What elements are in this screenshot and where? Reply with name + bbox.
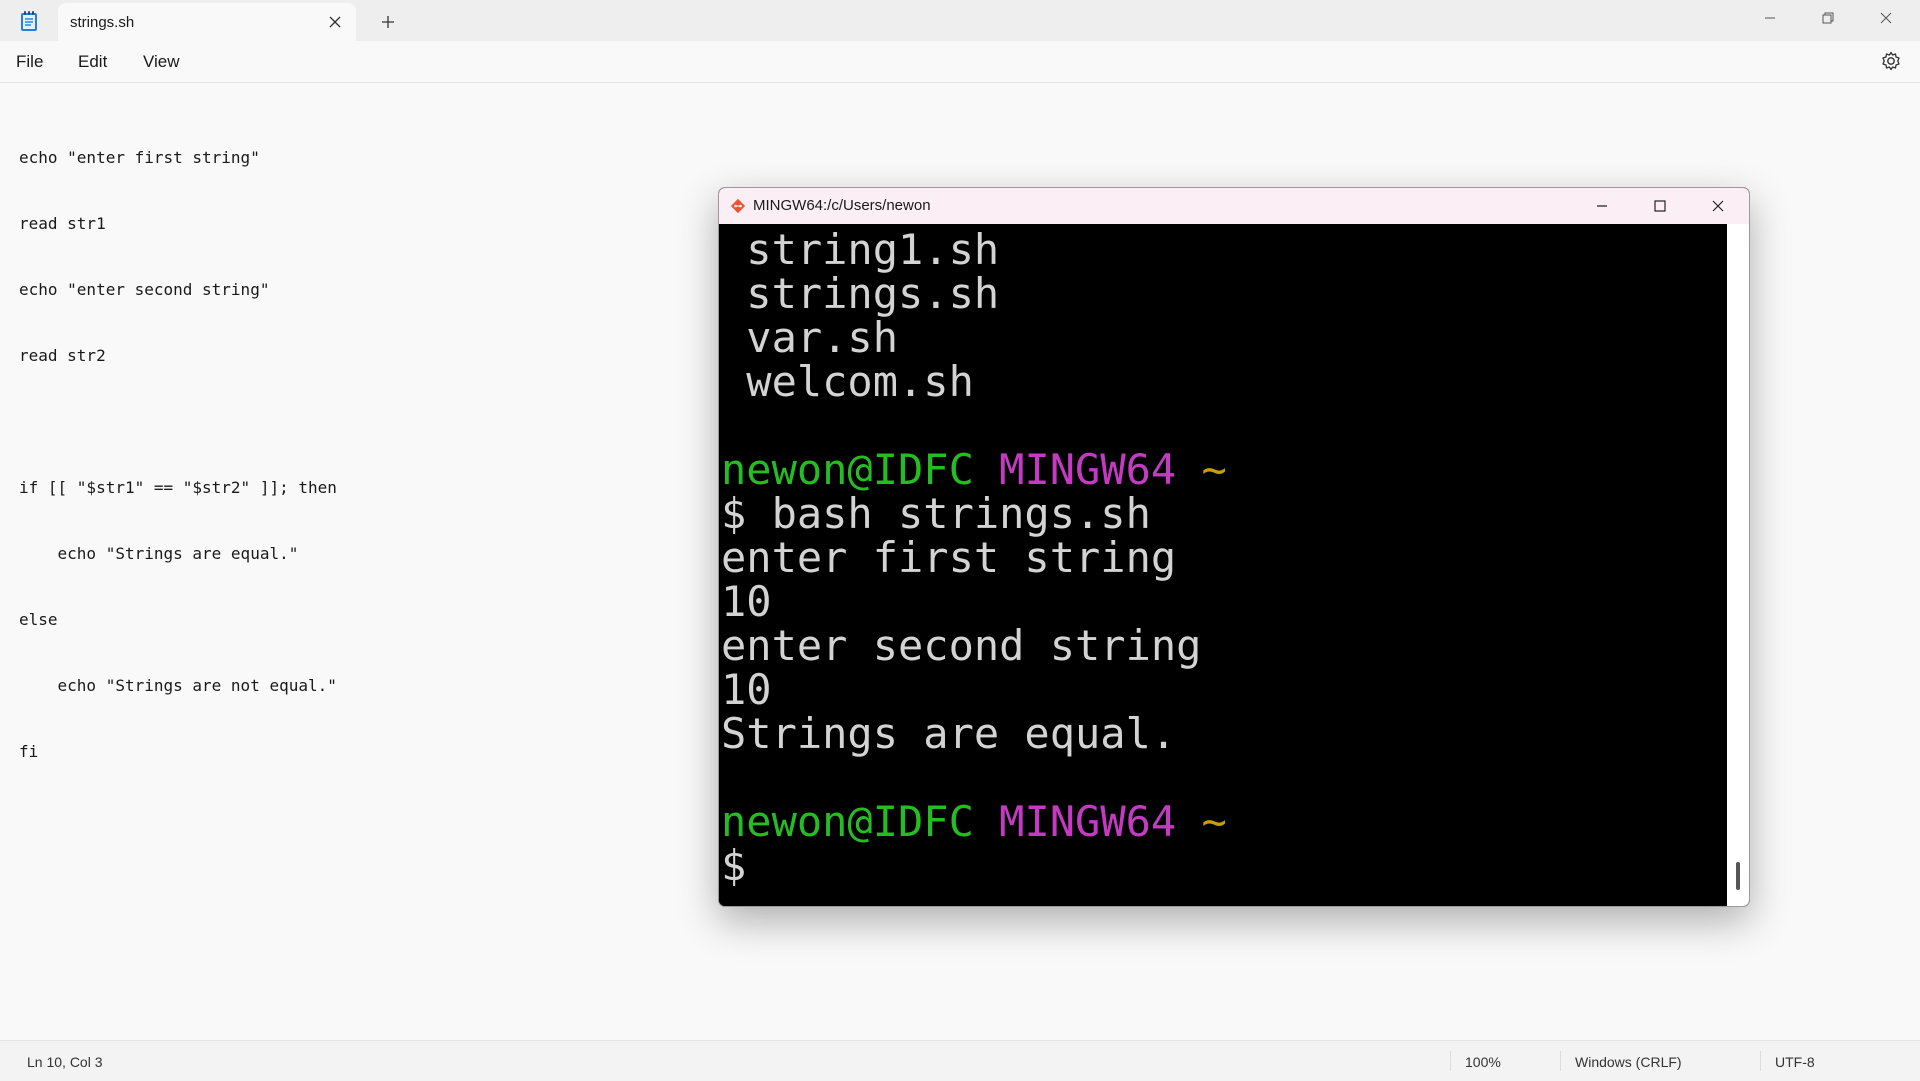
restore-button[interactable] [1800, 0, 1856, 36]
terminal-titlebar[interactable]: MINGW64:/c/Users/newon [719, 188, 1749, 224]
terminal-output-line: 10 [721, 665, 772, 714]
terminal-maximize-button[interactable] [1631, 188, 1689, 224]
file-tab-title: strings.sh [70, 14, 135, 31]
code-line: echo "Strings are not equal." [19, 676, 337, 695]
terminal-scrollbar[interactable] [1727, 224, 1749, 906]
terminal-prompt-line: newon@IDFC MINGW64 ~ [721, 448, 1227, 492]
file-tab[interactable]: strings.sh [58, 3, 356, 41]
code-line: if [[ "$str1" == "$str2" ]]; then [19, 478, 337, 497]
line-ending[interactable]: Windows (CRLF) [1575, 1054, 1682, 1070]
terminal-output-line: 10 [721, 577, 772, 626]
terminal-minimize-button[interactable] [1573, 188, 1631, 224]
terminal-output-line: strings.sh [721, 269, 1000, 318]
code-content[interactable]: echo "enter first string" read str1 echo… [19, 103, 337, 807]
terminal-prompt-line: newon@IDFC MINGW64 ~ [721, 800, 1227, 844]
prompt-system: MINGW64 [999, 445, 1177, 494]
notepad-titlebar: strings.sh [0, 0, 1920, 41]
terminal-output-line: var.sh [721, 313, 899, 362]
code-line: fi [19, 742, 39, 761]
terminal-title: MINGW64:/c/Users/newon [753, 197, 931, 214]
status-bar: Ln 10, Col 3 100% Windows (CRLF) UTF-8 [0, 1040, 1920, 1081]
prompt-path: ~ [1201, 445, 1227, 494]
prompt-user: newon@IDFC [721, 797, 974, 846]
prompt-user: newon@IDFC [721, 445, 974, 494]
terminal-output-line: $ [721, 841, 747, 890]
code-line: else [19, 610, 58, 629]
notepad-app-icon [20, 10, 38, 32]
encoding[interactable]: UTF-8 [1775, 1054, 1815, 1070]
prompt-path: ~ [1201, 797, 1227, 846]
terminal-output-line: welcom.sh [721, 357, 974, 406]
settings-gear-icon[interactable] [1880, 50, 1902, 72]
code-line: echo "enter first string" [19, 148, 260, 167]
code-line: read str2 [19, 346, 106, 365]
code-line: read str1 [19, 214, 106, 233]
close-window-button[interactable] [1858, 0, 1914, 36]
code-line: echo "Strings are equal." [19, 544, 299, 563]
menu-view[interactable]: View [143, 52, 180, 72]
status-divider [1560, 1051, 1561, 1071]
terminal-output[interactable]: string1.sh strings.sh var.sh welcom.sh ne… [719, 224, 1727, 906]
code-line: echo "enter second string" [19, 280, 270, 299]
menu-bar: File Edit View [0, 41, 1920, 83]
prompt-system: MINGW64 [999, 797, 1177, 846]
terminal-close-button[interactable] [1689, 188, 1747, 224]
git-icon [729, 197, 747, 215]
status-divider [1760, 1051, 1761, 1071]
menu-file[interactable]: File [16, 52, 43, 72]
status-divider [1450, 1051, 1451, 1071]
terminal-output-line: $ bash strings.sh [721, 489, 1151, 538]
menu-edit[interactable]: Edit [78, 52, 107, 72]
new-tab-button[interactable] [376, 10, 400, 34]
cursor-position[interactable]: Ln 10, Col 3 [27, 1054, 103, 1070]
zoom-level[interactable]: 100% [1465, 1054, 1501, 1070]
terminal-output-line: enter second string [721, 621, 1202, 670]
terminal-output-line: string1.sh [721, 225, 1000, 274]
terminal-output-line: Strings are equal. [721, 709, 1177, 758]
close-tab-icon[interactable] [326, 13, 344, 31]
terminal-lines: string1.sh strings.sh var.sh welcom.sh ne… [721, 228, 1227, 888]
terminal-scrollbar-thumb[interactable] [1736, 862, 1740, 890]
terminal-window[interactable]: MINGW64:/c/Users/newon string1.sh string… [718, 187, 1750, 907]
terminal-output-line: enter first string [721, 533, 1177, 582]
minimize-button[interactable] [1742, 0, 1798, 36]
